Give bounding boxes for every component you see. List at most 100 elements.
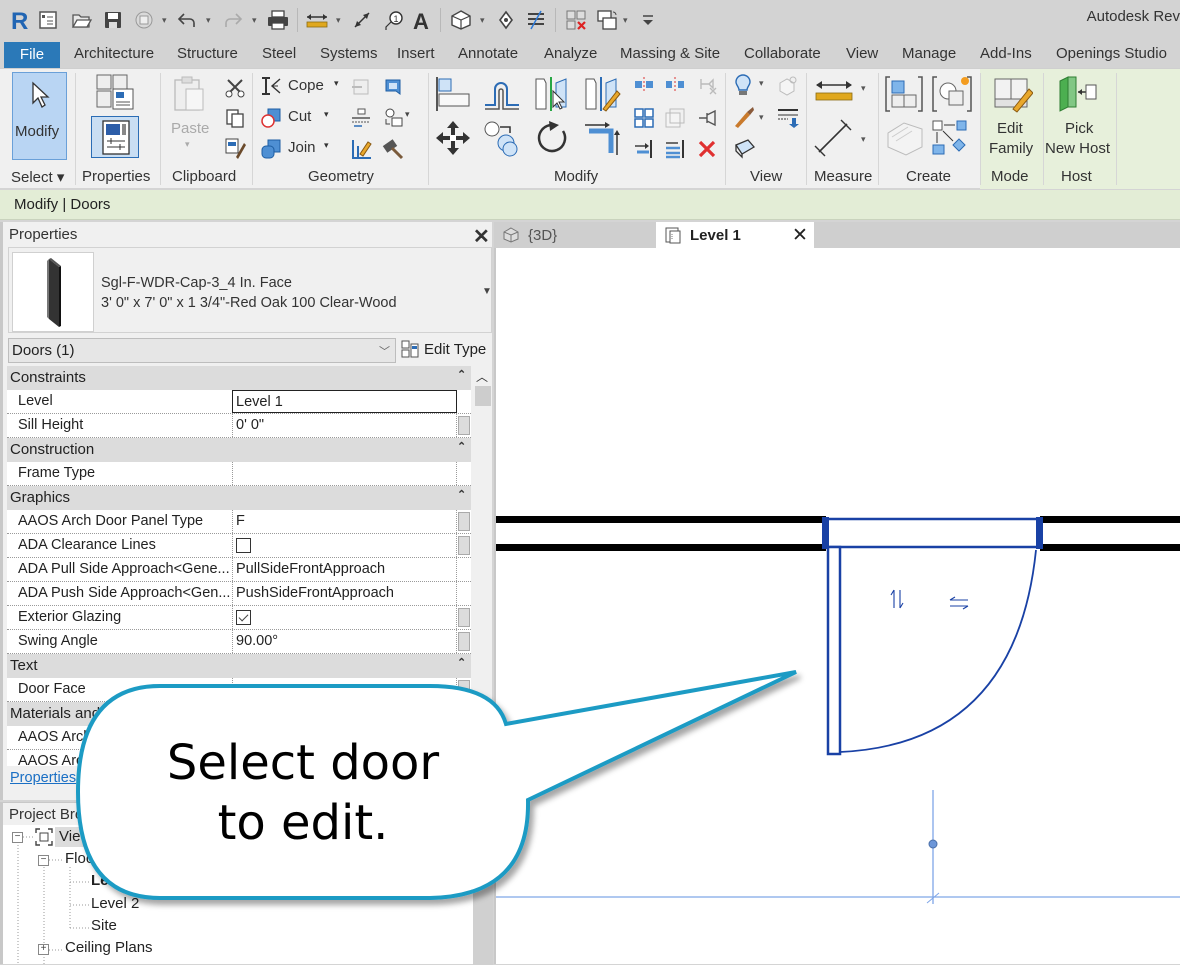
create-parts-icon[interactable] [931, 73, 973, 113]
tab-manage[interactable]: Manage [902, 45, 956, 62]
ada-push-field[interactable]: PushSideFrontApproach [232, 582, 457, 605]
tab-systems[interactable]: Systems [320, 45, 378, 62]
wall-joins-icon[interactable] [350, 76, 372, 98]
hide-in-view-icon[interactable] [776, 75, 798, 97]
rotate-icon[interactable] [533, 119, 571, 157]
tree-item-site[interactable]: Site [91, 917, 117, 934]
exterior-glazing-checkbox[interactable] [236, 609, 251, 625]
measure-dropdown-icon[interactable]: ▾ [336, 16, 344, 25]
create-assembly-icon[interactable] [884, 75, 924, 113]
measure-icon[interactable] [305, 8, 329, 32]
3d-view-dropdown-icon[interactable]: ▾ [480, 16, 488, 25]
view-tab-3d[interactable]: {3D} [494, 222, 654, 248]
tab-collaborate[interactable]: Collaborate [744, 45, 821, 62]
collapse-icon[interactable]: ⌃ [457, 440, 466, 453]
trim-extend-single-icon[interactable] [633, 138, 655, 160]
array-icon[interactable] [633, 107, 655, 129]
cut-icon[interactable] [224, 76, 246, 98]
parameter-button[interactable] [458, 632, 470, 651]
panel-type-field[interactable]: F [232, 510, 457, 533]
mirror-pick-axis-icon[interactable] [533, 75, 571, 113]
customize-toolbar-icon[interactable] [636, 8, 660, 32]
parameter-button[interactable] [458, 512, 470, 531]
tab-massing-site[interactable]: Massing & Site [620, 45, 720, 62]
ada-clearance-checkbox[interactable] [236, 537, 251, 553]
cope-button[interactable]: Cope ▾ [260, 76, 346, 98]
collapse-icon[interactable]: ⌃ [457, 368, 466, 381]
create-group-icon[interactable] [931, 119, 973, 159]
collapse-icon[interactable]: ⌃ [457, 488, 466, 501]
paste-button[interactable]: Paste ▾ [168, 75, 210, 155]
edit-family-button[interactable]: Edit Family [984, 71, 1040, 161]
tree-item-floor-plans[interactable]: Floor [65, 850, 99, 867]
select-panel-label[interactable]: Select ▾ [11, 168, 64, 186]
undo-dropdown-icon[interactable]: ▾ [206, 16, 214, 25]
drawing-canvas[interactable] [494, 248, 1180, 964]
collapse-icon[interactable]: ⌃ [457, 656, 466, 669]
cut-geometry-button[interactable]: Cut ▾ [260, 107, 346, 129]
parameter-button[interactable] [458, 536, 470, 555]
hammer-icon[interactable] [382, 138, 404, 160]
project-browser-icon[interactable] [36, 8, 60, 32]
switch-windows-dropdown-icon[interactable]: ▾ [623, 16, 631, 25]
type-dropdown-icon[interactable]: ▼ [482, 286, 492, 297]
trim-extend-multiple-icon[interactable] [664, 138, 686, 160]
properties-help-link[interactable]: Properties [10, 770, 76, 786]
create-similar-icon[interactable] [884, 119, 926, 157]
properties-scrollbar[interactable]: ︿ [472, 366, 492, 766]
group-text[interactable]: Text ⌃ [7, 654, 471, 678]
unpin-icon[interactable] [696, 75, 718, 95]
split-face-icon[interactable] [350, 107, 372, 129]
close-tab-icon[interactable]: ✕ [792, 224, 808, 247]
tab-annotate[interactable]: Annotate [458, 45, 518, 62]
join-button[interactable]: Join ▾ [260, 138, 346, 160]
sync-dropdown-icon[interactable]: ▾ [162, 16, 170, 25]
text-icon[interactable]: A [410, 8, 434, 32]
close-hidden-windows-icon[interactable] [564, 8, 588, 32]
print-icon[interactable] [266, 8, 290, 32]
modify-button[interactable]: Modify [12, 72, 67, 160]
frame-type-field[interactable] [232, 462, 457, 485]
measure-between-references-icon[interactable]: ▾ [813, 77, 871, 107]
demolish-icon[interactable]: ▾ [382, 107, 412, 129]
instance-filter-dropdown[interactable]: Doors (1) ﹀ [8, 338, 396, 363]
save-icon[interactable] [101, 8, 125, 32]
tab-architecture[interactable]: Architecture [74, 45, 154, 62]
copy-element-icon[interactable] [482, 119, 520, 157]
group-constraints[interactable]: Constraints ⌃ [7, 366, 471, 390]
delete-icon[interactable] [696, 138, 718, 160]
close-icon[interactable]: ✕ [473, 224, 490, 249]
tree-item-level-2[interactable]: Level 2 [91, 895, 139, 912]
tree-item-views[interactable]: View [59, 828, 91, 845]
section-icon[interactable] [494, 8, 518, 32]
edit-type-button[interactable]: Edit Type [401, 338, 491, 363]
thin-lines-icon[interactable] [524, 8, 548, 32]
tab-file[interactable]: File [4, 42, 60, 68]
3d-view-icon[interactable] [449, 8, 473, 32]
move-icon[interactable] [434, 119, 472, 157]
revit-logo-icon[interactable]: R [8, 8, 32, 32]
tab-steel[interactable]: Steel [262, 45, 296, 62]
scroll-up-icon[interactable]: ︿ [476, 368, 488, 385]
tab-openings-studio[interactable]: Openings Studio [1056, 45, 1167, 62]
scale-icon[interactable] [664, 107, 686, 129]
selection-box-icon[interactable] [733, 137, 757, 159]
type-selector[interactable]: Sgl-F-WDR-Cap-3_4 In. Face 3' 0" x 7' 0"… [8, 247, 492, 333]
expand-toggle[interactable]: + [38, 944, 49, 955]
match-type-icon[interactable] [224, 137, 246, 159]
switch-windows-icon[interactable] [595, 8, 619, 32]
undo-icon[interactable] [175, 8, 199, 32]
scrollbar-thumb[interactable] [475, 386, 491, 406]
redo-dropdown-icon[interactable]: ▾ [252, 16, 260, 25]
properties-toggle-button[interactable] [91, 116, 139, 158]
type-properties-icon[interactable] [95, 73, 137, 111]
tab-view[interactable]: View [846, 45, 878, 62]
open-icon[interactable] [70, 8, 94, 32]
view-tab-level-1[interactable]: Level 1 ✕ [656, 222, 814, 248]
trim-extend-icon[interactable] [583, 119, 623, 157]
split-with-gap-icon[interactable] [664, 75, 686, 95]
override-graphics-icon[interactable]: ▾ [733, 73, 769, 97]
parameter-button[interactable] [458, 680, 470, 699]
sill-height-field[interactable]: 0' 0" [232, 414, 457, 437]
group-construction[interactable]: Construction ⌃ [7, 438, 471, 462]
